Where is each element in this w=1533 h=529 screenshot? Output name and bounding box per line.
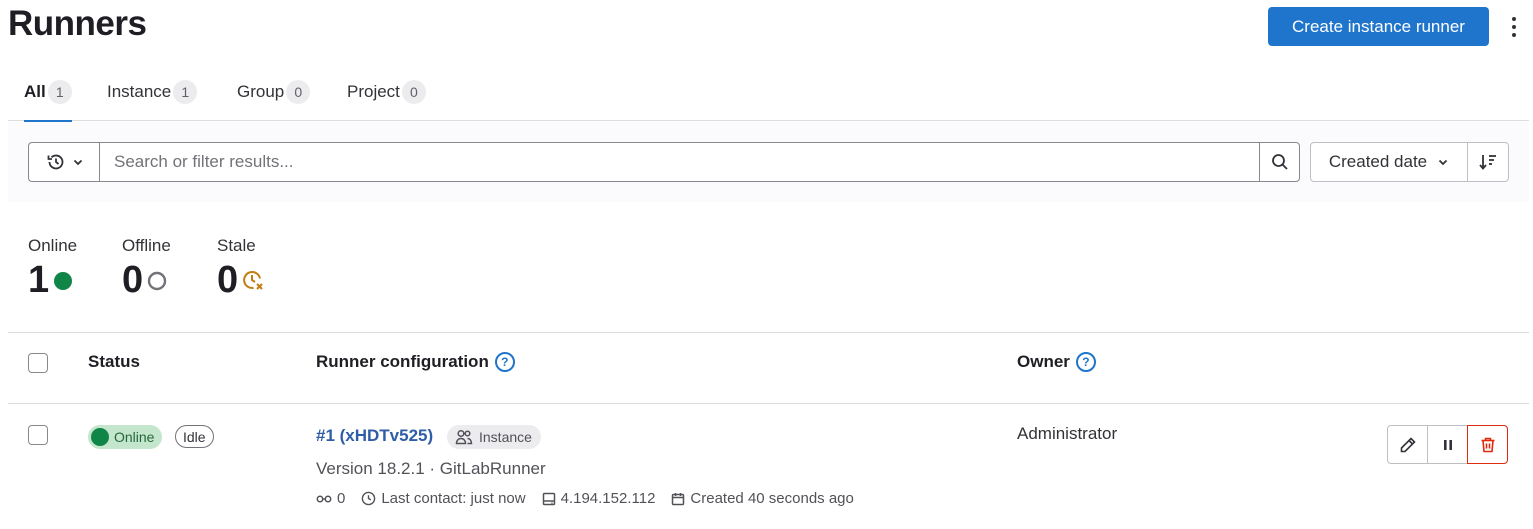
help-icon[interactable]: ? <box>494 352 515 372</box>
online-status-icon <box>91 428 109 446</box>
sort-lowest-icon <box>1479 155 1496 170</box>
tab-all[interactable]: All 1 <box>24 62 72 122</box>
pause-button[interactable] <box>1427 425 1468 464</box>
last-contact: Last contact: just now <box>361 490 526 507</box>
stat-offline: Offline 0 <box>122 236 171 300</box>
sort-dropdown[interactable]: Created date <box>1310 142 1468 182</box>
runner-type-badge: Instance <box>447 425 541 449</box>
status-badge-online: Online <box>88 425 163 449</box>
chevron-down-icon <box>1439 159 1448 166</box>
tab-count: 1 <box>173 79 198 104</box>
runner-meta: 0 Last contact: just now 4.194.152.112 C… <box>316 490 870 507</box>
sort-direction-button[interactable] <box>1467 142 1509 182</box>
created-date: Created 40 seconds ago <box>671 490 854 507</box>
tab-count: 0 <box>401 79 426 104</box>
column-header-owner: Owner ? <box>1017 352 1096 372</box>
select-all-checkbox[interactable] <box>28 353 48 373</box>
chevron-down-icon <box>73 159 82 166</box>
clock-icon <box>362 491 376 506</box>
pencil-icon <box>1400 436 1416 452</box>
column-header-label: Runner configuration <box>316 352 489 371</box>
column-header-label: Owner <box>1017 352 1070 371</box>
stat-value: 0 <box>122 259 144 301</box>
tab-instance[interactable]: Instance 1 <box>107 62 198 121</box>
tab-project[interactable]: Project 0 <box>347 62 426 121</box>
table-row-border <box>8 403 1529 404</box>
row-actions <box>1387 425 1508 464</box>
tab-label: Project <box>347 81 400 101</box>
column-header-label: Status <box>88 352 140 371</box>
tab-label: Group <box>237 81 285 101</box>
stat-label: Stale <box>217 236 256 255</box>
trash-icon <box>1481 437 1494 452</box>
owner-name: Administrator <box>1017 424 1118 443</box>
tab-label: Instance <box>107 81 172 101</box>
stat-value: 0 <box>217 259 239 301</box>
pipeline-icon <box>316 495 332 502</box>
disk-icon <box>542 492 555 505</box>
users-icon <box>455 429 473 445</box>
tab-label: All <box>24 81 46 101</box>
state-badge-idle: Idle <box>175 425 214 448</box>
edit-button[interactable] <box>1387 425 1428 464</box>
column-header-runner-configuration: Runner configuration ? <box>316 352 515 372</box>
tab-count: 1 <box>47 79 72 104</box>
search-input[interactable] <box>99 142 1260 182</box>
filter-bar: Created date <box>8 122 1529 202</box>
column-header-status: Status <box>88 352 140 372</box>
table-top-border <box>8 332 1529 333</box>
search-history-button[interactable] <box>28 142 100 182</box>
jobs-count-value: 0 <box>337 490 346 507</box>
pause-icon <box>1443 439 1452 450</box>
ip-address: 4.194.152.112 <box>542 490 656 507</box>
runner-tabs: All 1 Instance 1 Group 0 Project 0 <box>8 62 1529 122</box>
help-icon[interactable]: ? <box>1075 352 1096 372</box>
created-date-value: Created 40 seconds ago <box>690 490 854 507</box>
stat-stale: Stale 0 <box>217 236 265 300</box>
stat-label: Offline <box>122 236 171 255</box>
search-button[interactable] <box>1259 142 1300 182</box>
ip-address-value: 4.194.152.112 <box>560 490 656 507</box>
jobs-count: 0 <box>316 490 345 507</box>
search-icon <box>1271 154 1288 170</box>
calendar-icon <box>672 492 685 505</box>
online-status-icon <box>54 272 73 290</box>
history-icon <box>47 154 63 170</box>
delete-button[interactable] <box>1467 425 1508 464</box>
page-title: Runners <box>8 4 147 43</box>
more-actions-icon[interactable] <box>1502 12 1526 42</box>
status-badge-label: Online <box>114 429 155 445</box>
runner-name-link[interactable]: #1 (xHDTv525) <box>316 426 433 446</box>
sort-label: Created date <box>1328 152 1428 171</box>
runner-type-label: Instance <box>479 429 532 445</box>
tab-count: 0 <box>286 79 311 104</box>
row-checkbox[interactable] <box>28 425 48 445</box>
stale-clock-icon <box>243 271 263 290</box>
offline-status-icon <box>147 271 167 291</box>
stat-label: Online <box>28 236 78 255</box>
runner-version: Version 18.2.1 · GitLabRunner <box>316 459 546 478</box>
create-instance-runner-button[interactable]: Create instance runner <box>1268 7 1489 46</box>
stat-value: 1 <box>28 259 50 301</box>
tab-group[interactable]: Group 0 <box>237 62 311 121</box>
last-contact-value: Last contact: just now <box>381 490 526 507</box>
stat-online: Online 1 <box>28 236 77 300</box>
